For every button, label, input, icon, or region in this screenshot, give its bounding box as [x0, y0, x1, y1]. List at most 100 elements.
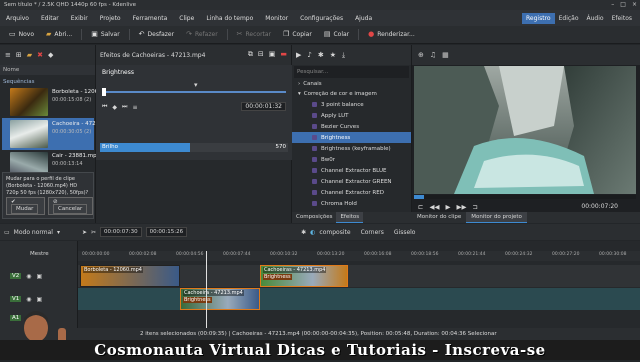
monitor-ruler[interactable]	[414, 195, 636, 199]
close-icon[interactable]: ×	[632, 1, 637, 8]
playhead[interactable]	[206, 251, 207, 328]
tag-icon[interactable]: ◆	[48, 51, 53, 59]
eye-icon[interactable]: ◉	[26, 273, 31, 280]
change-profile-button[interactable]: ✔ Mudar	[6, 197, 46, 215]
chevron-down-icon[interactable]: ▾	[57, 229, 60, 236]
folder-icon[interactable]: ▰	[27, 51, 32, 59]
bin-clip[interactable]: Borboleta - 12060... 00:00:15:08 (2)	[2, 86, 107, 118]
lock-icon[interactable]: ▣	[37, 273, 43, 280]
corners-label[interactable]: Corners	[361, 229, 384, 236]
timeline-clip-selected[interactable]: Cachoeiras - 47213.mp4 Brightness	[260, 265, 348, 287]
next-keyframe-icon[interactable]: ⏭	[122, 103, 127, 111]
menu-monitor[interactable]: Monitor	[259, 15, 294, 22]
selection-tool-icon[interactable]: ➤	[82, 229, 87, 236]
timecode-start[interactable]: 00:00:07:30	[100, 227, 142, 237]
redo-button[interactable]: ↷ Refazer	[181, 31, 223, 39]
layout-registro[interactable]: Registro	[522, 12, 555, 24]
menu-arquivo[interactable]: Arquivo	[0, 15, 35, 22]
layout-efeitos[interactable]: Efeitos	[608, 13, 636, 24]
tab-compositions[interactable]: Composições	[292, 212, 336, 223]
cut-button[interactable]: ✂ Recortar	[232, 31, 276, 39]
razor-tool-icon[interactable]: ✂	[91, 229, 96, 236]
menu-clipe[interactable]: Clipe	[173, 15, 200, 22]
audio-effects-icon[interactable]: ♪	[307, 51, 311, 59]
bin-clip[interactable]: Cachoeira - 4721... 00:00:30:05 (2)	[2, 118, 104, 150]
timeline-clip[interactable]: Borboleta - 12060.mp4	[80, 265, 180, 287]
edit-mode-icon[interactable]: ▭	[4, 229, 10, 236]
composite-label[interactable]: composite	[319, 229, 350, 236]
effect-list-item[interactable]: Channel Extractor RED	[292, 187, 411, 198]
bin-folder-sequences[interactable]: Sequências	[3, 79, 35, 85]
minimize-icon[interactable]: –	[611, 1, 614, 8]
timecode-end[interactable]: 00:00:15:26	[145, 227, 188, 237]
menu-icon[interactable]: ≡	[132, 104, 137, 111]
timeline-ruler[interactable]: 00:00:00:00 00:00:02:08 00:00:04:56 00:00:0…	[78, 251, 640, 261]
video-effects-icon[interactable]: ▶	[296, 51, 301, 59]
zoom-icon[interactable]: ⊕	[418, 51, 424, 59]
compare-icon[interactable]: ⧉	[248, 50, 253, 59]
zone-in-icon[interactable]: ⊏	[418, 203, 423, 211]
brightness-slider[interactable]: Brilho 570	[100, 143, 288, 152]
tab-project-monitor[interactable]: Monitor do projeto	[466, 212, 527, 223]
add-clip-icon[interactable]: ⊞	[16, 51, 22, 59]
maximize-icon[interactable]: □	[620, 1, 626, 8]
paste-button[interactable]: ▤ Colar	[319, 31, 354, 39]
timeline-clip-selected[interactable]: Cachoeira - 47213.mp4 Brightness	[180, 288, 260, 310]
forward-icon[interactable]: ▶▶	[456, 203, 466, 211]
menu-linha-do-tempo[interactable]: Linha do tempo	[200, 15, 259, 22]
add-keyframe-icon[interactable]: ◆	[112, 104, 117, 111]
open-button[interactable]: ▰ Abri...	[41, 31, 77, 39]
menu-ajuda[interactable]: Ajuda	[349, 15, 378, 22]
previous-keyframe-icon[interactable]: ⏮	[102, 103, 107, 111]
keyframe-bar[interactable]: ▾	[102, 81, 286, 99]
effects-search-input[interactable]: Pesquisar...	[294, 66, 409, 78]
cancel-profile-button[interactable]: ⊘ Cancelar	[48, 197, 93, 215]
new-button[interactable]: ▭ Novo	[4, 31, 39, 39]
menu-projeto[interactable]: Projeto	[94, 15, 127, 22]
effect-list-item[interactable]: Chroma Hold	[292, 198, 411, 209]
render-button[interactable]: ● Renderizar...	[363, 31, 420, 39]
effect-list-item[interactable]: Brightness (keyframable)	[292, 143, 411, 154]
save-button[interactable]: ▣ Salvar	[86, 31, 124, 39]
download-icon[interactable]: ⤓	[342, 51, 345, 60]
zone-out-icon[interactable]: ⊐	[472, 203, 477, 211]
menu-ferramenta[interactable]: Ferramenta	[127, 15, 174, 22]
keyframe-marker[interactable]	[102, 88, 106, 96]
custom-effects-icon[interactable]: ✱	[318, 51, 324, 59]
edit-mode-select[interactable]: Modo normal	[14, 229, 53, 236]
rewind-icon[interactable]: ◀◀	[429, 203, 439, 211]
audio-icon[interactable]: ♫	[430, 51, 436, 59]
layout-audio[interactable]: Áudio	[583, 13, 608, 24]
effect-list-item[interactable]: 3 point balance	[292, 99, 411, 110]
effect-list-item[interactable]: Bezier Curves	[292, 121, 411, 132]
layout-edicao[interactable]: Edição	[555, 13, 583, 24]
effect-item[interactable]: Brightness ▾ ⏮ ◆ ⏭ ≡ 00:00:01:32 Brilho …	[96, 65, 292, 160]
tab-clip-monitor[interactable]: Monitor do clipe	[412, 212, 466, 223]
menu-editar[interactable]: Editar	[35, 15, 65, 22]
menu-configuracoes[interactable]: Configurações	[294, 15, 349, 22]
monitor-timecode[interactable]: 00:00:07:20	[581, 203, 618, 210]
play-icon[interactable]: ▶	[445, 203, 450, 211]
collapse-icon[interactable]: ⊟	[258, 50, 264, 59]
effect-list-item[interactable]: Bw0r	[292, 154, 411, 165]
favorite-icon[interactable]: ★	[330, 51, 336, 59]
effect-list-item[interactable]: Apply LUT	[292, 110, 411, 121]
close-icon[interactable]: ▬	[280, 50, 287, 59]
menu-icon[interactable]: ≡	[5, 51, 11, 59]
undo-button[interactable]: ↶ Desfazer	[134, 31, 179, 39]
effect-list-item[interactable]: Channel Extractor BLUE	[292, 165, 411, 176]
tab-effects[interactable]: Efeitos	[336, 212, 364, 223]
marker-icon[interactable]: ✱	[301, 229, 306, 236]
copy-button[interactable]: ❐ Copiar	[278, 31, 317, 39]
delete-icon[interactable]: ✖	[37, 51, 43, 59]
effect-category[interactable]: ▾ Correção de cor e imagem	[292, 89, 411, 99]
effect-category[interactable]: › Canais	[292, 79, 411, 89]
grid-icon[interactable]: ▦	[442, 51, 449, 59]
composite-icon[interactable]: ◐	[310, 229, 315, 236]
effect-timecode[interactable]: 00:00:01:32	[241, 102, 286, 111]
effect-list-item[interactable]: Channel Extractor GREEN	[292, 176, 411, 187]
track-header-v2[interactable]: V2 ◉ ▣	[0, 265, 78, 287]
save-icon[interactable]: ▣	[269, 50, 276, 59]
grid-label[interactable]: Gisselo	[394, 229, 416, 236]
menu-exibir[interactable]: Exibir	[65, 15, 94, 22]
